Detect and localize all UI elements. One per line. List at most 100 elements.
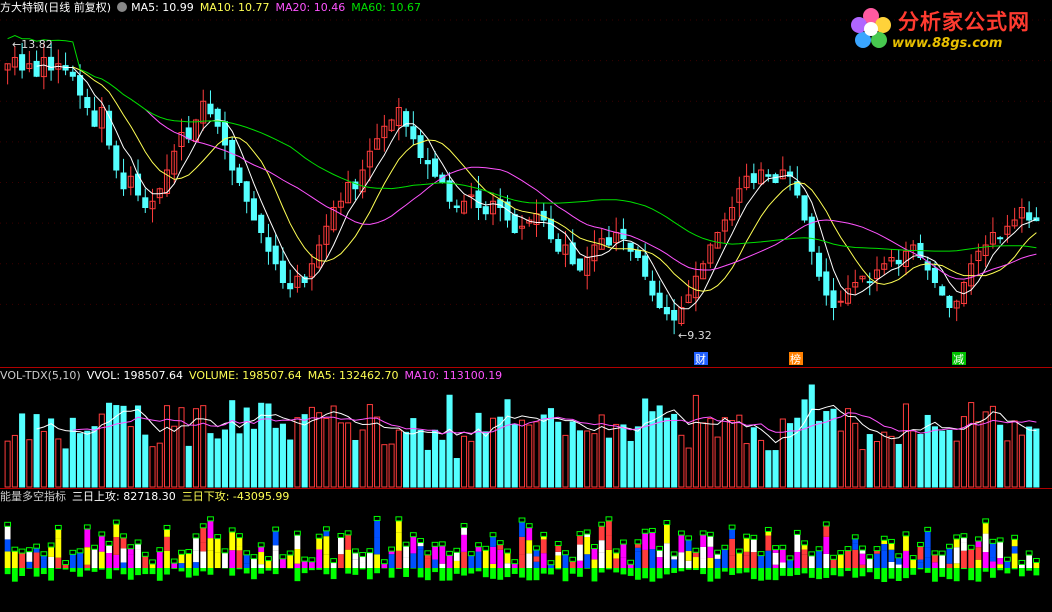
energy-up-bar xyxy=(55,539,61,558)
energy-up-cap xyxy=(1026,551,1032,555)
kline-chart[interactable]: ←13.82←9.32财榜减 方大特钢(日线 前复权)MA5: 10.99MA1… xyxy=(0,0,1052,608)
energy-up-bar xyxy=(983,534,989,552)
energy-up-bar xyxy=(903,536,909,551)
energy-up-bar xyxy=(939,555,945,568)
energy-up-bar xyxy=(526,540,532,553)
energy-down-bar xyxy=(135,568,141,575)
energy-down-bar xyxy=(19,568,25,576)
volume-bar xyxy=(541,415,546,487)
volume-bar xyxy=(621,425,626,487)
energy-up-bar xyxy=(874,554,880,568)
candle-body xyxy=(998,238,1003,239)
energy-up-bar xyxy=(323,536,329,554)
energy-up-cap xyxy=(208,517,214,521)
energy-up-bar xyxy=(932,562,938,568)
volume-bar xyxy=(222,430,227,487)
energy-up-bar xyxy=(599,540,605,552)
energy-up-bar xyxy=(584,554,590,568)
energy-down-bar xyxy=(570,568,576,574)
volume-bar xyxy=(730,421,735,487)
energy-up-bar xyxy=(642,533,648,550)
energy-up-bar xyxy=(852,544,858,550)
energy-down-bar xyxy=(1033,568,1039,575)
energy-up-bar xyxy=(389,554,395,568)
energy-up-bar xyxy=(396,521,402,533)
energy-up-cap xyxy=(323,527,329,531)
candle-body xyxy=(664,307,669,313)
candle-body xyxy=(49,57,54,70)
energy-up-bar xyxy=(273,551,279,568)
energy-up-bar xyxy=(208,538,214,550)
energy-up-bar xyxy=(678,552,684,568)
energy-up-bar xyxy=(164,537,170,551)
energy-down-bar xyxy=(983,568,989,572)
energy-up-cap xyxy=(765,527,771,531)
energy-up-cap xyxy=(874,547,880,551)
energy-up-bar xyxy=(171,563,177,568)
volume-indicator-name: VOL-TDX(5,10) xyxy=(0,369,81,382)
candle-body xyxy=(251,199,256,220)
candle-body xyxy=(773,175,778,183)
energy-up-bar xyxy=(164,529,170,536)
energy-up-bar xyxy=(403,546,409,557)
energy-up-bar xyxy=(121,548,127,562)
volume-bar xyxy=(795,418,800,487)
energy-up-bar xyxy=(381,564,387,568)
energy-up-cap xyxy=(751,535,757,539)
energy-up-bar xyxy=(41,560,47,568)
energy-down-bar xyxy=(534,568,540,580)
energy-down-bar xyxy=(374,568,380,573)
energy-down-bar xyxy=(947,568,953,579)
candle-body xyxy=(867,282,872,283)
energy-up-cap xyxy=(70,550,76,554)
energy-up-bar xyxy=(845,551,851,568)
volume-bar xyxy=(92,427,97,487)
energy-up-bar xyxy=(881,544,887,550)
circle-dropdown-icon[interactable] xyxy=(117,2,127,12)
energy-up-cap xyxy=(628,560,634,564)
volume-bar xyxy=(251,429,256,487)
energy-down-bar xyxy=(968,568,974,580)
energy-up-bar xyxy=(831,559,837,568)
energy-up-cap xyxy=(34,544,40,548)
volume-bar xyxy=(440,440,445,487)
energy-up-bar xyxy=(693,552,699,557)
energy-down-bar xyxy=(707,568,713,582)
candle-body xyxy=(70,72,75,76)
energy-up-cap xyxy=(954,535,960,539)
energy-up-bar xyxy=(150,564,156,568)
volume-bar xyxy=(563,435,568,487)
price-header: 方大特钢(日线 前复权)MA5: 10.99MA10: 10.77MA20: 1… xyxy=(0,0,427,16)
energy-down-bar xyxy=(367,568,373,579)
energy-down-bar xyxy=(990,568,996,578)
energy-up-cap xyxy=(352,549,358,553)
energy-up-cap xyxy=(548,561,554,565)
energy-up-cap xyxy=(476,543,482,547)
energy-down-bar xyxy=(331,568,337,579)
energy-header: 能量多空指标三日上攻: 82718.30三日下攻: -43095.99 xyxy=(0,489,295,505)
energy-up-bar xyxy=(157,552,163,568)
energy-up-bar xyxy=(613,553,619,559)
energy-up-bar xyxy=(316,538,322,549)
energy-up-bar xyxy=(686,551,692,561)
energy-up-bar xyxy=(229,550,235,568)
volume-bar xyxy=(606,438,611,487)
volume-bar xyxy=(143,435,148,487)
volume-bar xyxy=(367,405,372,487)
candle-body xyxy=(447,181,452,201)
energy-up-bar xyxy=(664,525,670,544)
chart-canvas[interactable]: ←13.82←9.32财榜减 xyxy=(0,0,1052,608)
energy-up-bar xyxy=(606,550,612,568)
energy-down-bar xyxy=(258,568,264,574)
volume-bar xyxy=(672,414,677,487)
energy-up-cap xyxy=(367,549,373,553)
energy-up-cap xyxy=(135,540,141,544)
energy-up-cap xyxy=(171,559,177,563)
energy-up-bar xyxy=(1012,546,1018,553)
energy-down-bar xyxy=(874,568,880,579)
energy-up-bar xyxy=(765,551,771,568)
volume-bar xyxy=(773,451,778,487)
candle-body xyxy=(635,250,640,257)
energy-up-bar xyxy=(273,545,279,551)
energy-down-bar xyxy=(852,568,858,578)
